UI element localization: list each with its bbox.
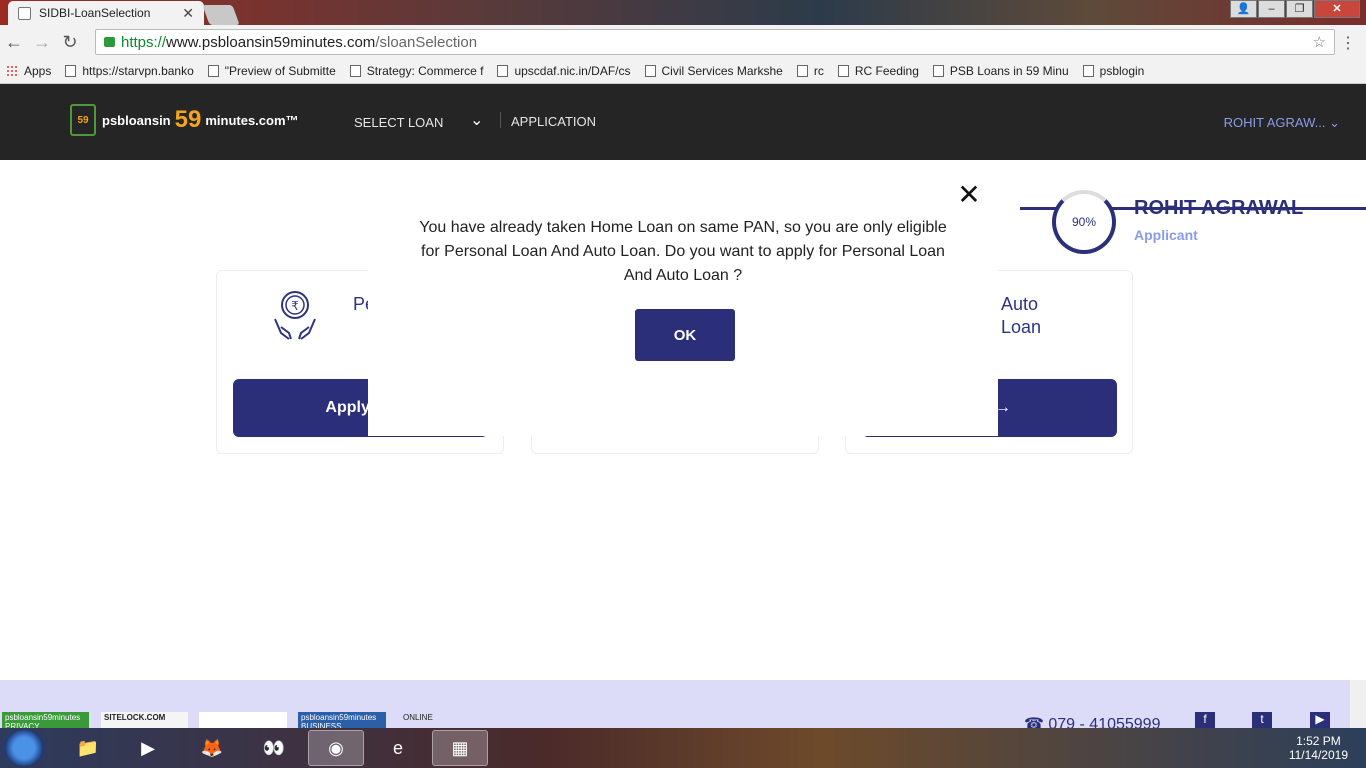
nav-select-loan[interactable]: SELECT LOAN [354,115,443,130]
logo-suffix: minutes.com™ [205,112,299,128]
bookmark-item[interactable]: https://starvpn.banko [65,64,194,78]
site-footer: psbloansin59minutes PRIVACY SITELOCK.COM… [0,680,1350,733]
bookmark-item[interactable]: "Preview of Submitte [207,64,336,78]
clock-date: 11/14/2019 [1288,748,1348,762]
bookmark-item[interactable]: PSB Loans in 59 Minu [932,64,1069,78]
close-icon[interactable]: ✕ [957,181,981,209]
bookmark-item[interactable]: RC Feeding [837,64,919,78]
browser-toolbar: ← → ↻ https:// www.psbloansin59minutes.c… [0,25,1366,59]
eligibility-modal: You have already taken Home Loan on same… [368,160,998,436]
browser-tab[interactable]: SIDBI-LoanSelection ✕ [8,1,204,25]
windows-taskbar: 📁 ▶ 🦊 👀 ◉ e ▦ 1:52 PM 11/14/2019 [0,728,1366,768]
online-badge[interactable]: ONLINE [400,712,490,728]
url-host: www.psbloansin59minutes.com [166,33,376,51]
nav-application[interactable]: APPLICATION [511,114,596,129]
bookmark-star-icon[interactable]: ☆ [1313,33,1326,51]
bookmark-item[interactable]: upscdaf.nic.in/DAF/cs [497,64,631,78]
logo-badge: 59 [70,104,96,136]
start-button[interactable] [4,730,44,766]
privacy-badge[interactable]: psbloansin59minutes PRIVACY [2,712,89,731]
window-close-button[interactable]: ✕ [1314,0,1360,18]
page-icon [349,65,361,77]
emblem-icon [644,65,656,77]
page-icon [837,65,849,77]
window-controls: 👤 – ❐ ✕ [1229,0,1360,18]
back-arrow-icon[interactable]: ← [0,32,28,53]
ok-button[interactable]: OK [635,309,735,361]
bookmark-item[interactable]: Civil Services Markshe [644,64,783,78]
calculator-icon[interactable]: ▦ [432,730,488,766]
tab-title: SIDBI-LoanSelection [39,6,151,20]
apps-grid-icon [6,65,18,77]
applicant-name: ROHIT AGRAWAL [1134,197,1304,219]
window-minimize-button[interactable]: – [1258,0,1285,18]
twitter-icon[interactable]: t [1252,712,1272,728]
reload-icon[interactable]: ↻ [56,32,84,53]
lock-icon [104,37,115,47]
clock-time: 1:52 PM [1296,734,1341,748]
logo-prefix: psbloansin [102,112,171,128]
page-favicon-icon [18,6,31,20]
url-path: /sloanSelection [375,33,478,51]
business-badge[interactable]: psbloansin59minutes BUSINESS [298,712,386,731]
loan-card-title-line1: Auto [1001,294,1039,314]
modal-message: You have already taken Home Loan on same… [419,219,947,284]
user-menu[interactable]: ROHIT AGRAW... ⌄ [1224,115,1340,131]
bookmark-item[interactable]: psblogin [1082,64,1144,78]
loan-card-title-line2: Loan [1001,317,1042,337]
app-icon[interactable]: 👀 [246,730,302,766]
site-logo[interactable]: 59 psbloansin 59 minutes.com™ [70,104,299,136]
browser-menu-icon[interactable]: ⋮ [1340,33,1356,53]
chevron-down-icon[interactable]: ⌄ [470,110,483,130]
site-header: 59 psbloansin 59 minutes.com™ SELECT LOA… [0,84,1366,160]
emblem-icon [207,65,219,77]
internet-explorer-icon[interactable]: e [370,730,426,766]
page-icon [796,65,808,77]
rupee-hands-icon: ₹ [274,291,316,340]
bookmark-apps[interactable]: Apps [6,64,51,78]
browser-titlebar: SIDBI-LoanSelection ✕ 👤 – ❐ ✕ [0,0,1366,25]
svg-text:₹: ₹ [291,299,299,313]
page-icon [65,65,77,77]
footer-logo-badge [199,712,287,728]
explorer-icon[interactable]: 📁 [60,730,116,766]
window-restore-button[interactable]: ❐ [1286,0,1313,18]
chrome-icon[interactable]: ◉ [308,730,364,766]
psb-icon [932,65,944,77]
sitelock-badge[interactable]: SITELOCK.COM [101,712,188,728]
logo-number: 59 [174,106,202,133]
bookmarks-bar: Apps https://starvpn.banko "Preview of S… [0,59,1366,84]
new-tab-button[interactable] [202,5,240,25]
nav-divider [500,112,501,128]
application-progress: 90% ROHIT AGRAWAL Applicant [1020,185,1366,265]
progress-circle: 90% [1052,190,1116,254]
youtube-icon[interactable]: ▶ [1310,712,1330,728]
media-player-icon[interactable]: ▶ [120,730,176,766]
system-clock[interactable]: 1:52 PM 11/14/2019 [1289,734,1348,762]
url-scheme: https:// [121,33,167,51]
tab-close-icon[interactable]: ✕ [182,5,194,22]
chevron-down-icon: ⌄ [1329,115,1340,130]
applicant-role: Applicant [1134,227,1198,243]
address-bar[interactable]: https:// www.psbloansin59minutes.com /sl… [95,29,1335,55]
bookmark-item[interactable]: rc [796,64,824,78]
page-scrollbar[interactable] [1350,680,1366,728]
bookmark-item[interactable]: Strategy: Commerce f [349,64,483,78]
forward-arrow-icon[interactable]: → [28,32,56,53]
facebook-icon[interactable]: f [1195,712,1215,728]
firefox-icon[interactable]: 🦊 [184,730,240,766]
page-icon [497,65,509,77]
window-profile-icon[interactable]: 👤 [1230,0,1257,18]
psb-icon [1082,65,1094,77]
